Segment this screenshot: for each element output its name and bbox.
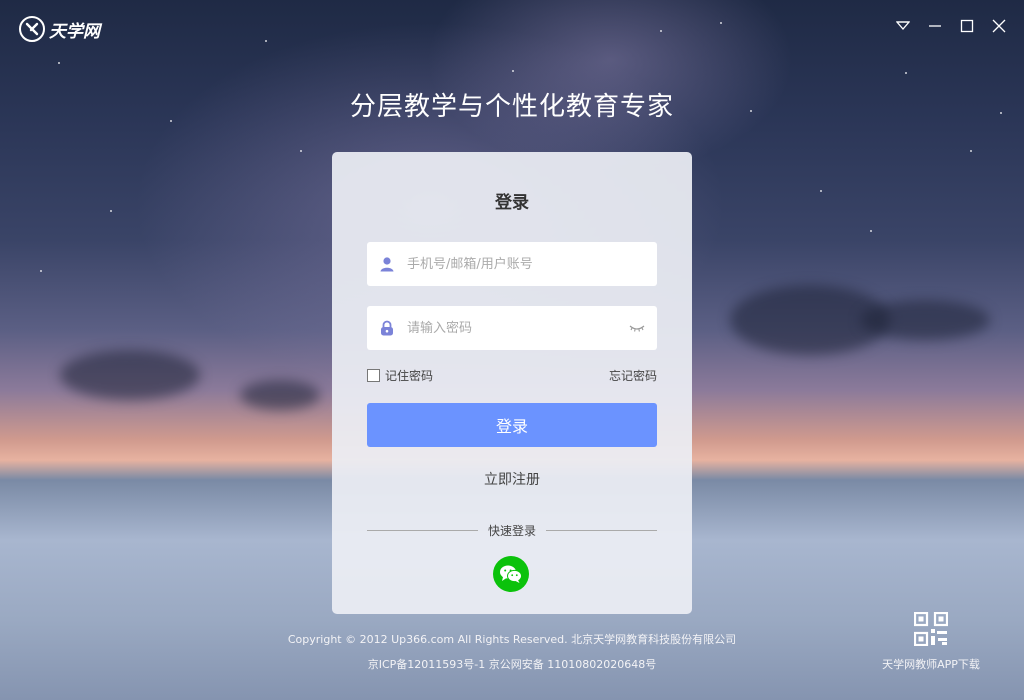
cloud bbox=[60, 350, 200, 400]
dropdown-button[interactable] bbox=[892, 15, 914, 37]
logo-text: 天学网 bbox=[49, 21, 100, 42]
register-link[interactable]: 立即注册 bbox=[332, 469, 692, 489]
lock-icon bbox=[367, 320, 407, 336]
quick-login-label: 快速登录 bbox=[488, 524, 537, 538]
wechat-icon bbox=[500, 565, 522, 583]
username-field[interactable] bbox=[367, 242, 657, 286]
cloud bbox=[860, 300, 990, 340]
password-field[interactable] bbox=[367, 306, 657, 350]
eye-closed-icon[interactable] bbox=[617, 323, 657, 333]
login-card: 登录 记住密码 忘记密码 登录 立即注册 快速登录 bbox=[332, 152, 692, 614]
footer-icp: 京ICP备12011593号-1 京公网安备 11010802020648号 bbox=[367, 658, 657, 671]
forgot-password-link[interactable]: 忘记密码 bbox=[609, 367, 657, 384]
username-input[interactable] bbox=[407, 244, 657, 284]
app-download-label: 天学网教师APP下载 bbox=[882, 658, 980, 671]
maximize-icon bbox=[960, 19, 974, 33]
remember-checkbox[interactable] bbox=[367, 369, 380, 382]
footer-copyright: Copyright © 2012 Up366.com All Rights Re… bbox=[287, 633, 737, 646]
close-icon bbox=[992, 19, 1006, 33]
password-input[interactable] bbox=[407, 308, 617, 348]
minimize-icon bbox=[929, 25, 941, 27]
dropdown-icon bbox=[896, 21, 910, 30]
maximize-button[interactable] bbox=[956, 15, 978, 37]
login-button[interactable]: 登录 bbox=[367, 403, 657, 447]
close-button[interactable] bbox=[988, 15, 1010, 37]
qr-code-icon bbox=[876, 612, 986, 646]
cloud bbox=[240, 380, 320, 410]
app-download[interactable]: 天学网教师APP下载 bbox=[876, 612, 986, 672]
login-title: 登录 bbox=[495, 193, 529, 213]
divider-line bbox=[546, 530, 658, 531]
logo-icon bbox=[19, 16, 45, 42]
headline: 分层教学与个性化教育专家 bbox=[349, 92, 674, 122]
window-controls bbox=[892, 15, 1010, 37]
minimize-button[interactable] bbox=[924, 15, 946, 37]
quick-login-divider: 快速登录 bbox=[367, 522, 658, 539]
user-icon bbox=[367, 256, 407, 272]
remember-label: 记住密码 bbox=[385, 369, 434, 383]
remember-password[interactable]: 记住密码 bbox=[367, 367, 433, 384]
app-logo: 天学网 bbox=[19, 15, 100, 43]
wechat-login-button[interactable] bbox=[493, 556, 529, 592]
divider-line bbox=[367, 530, 478, 531]
